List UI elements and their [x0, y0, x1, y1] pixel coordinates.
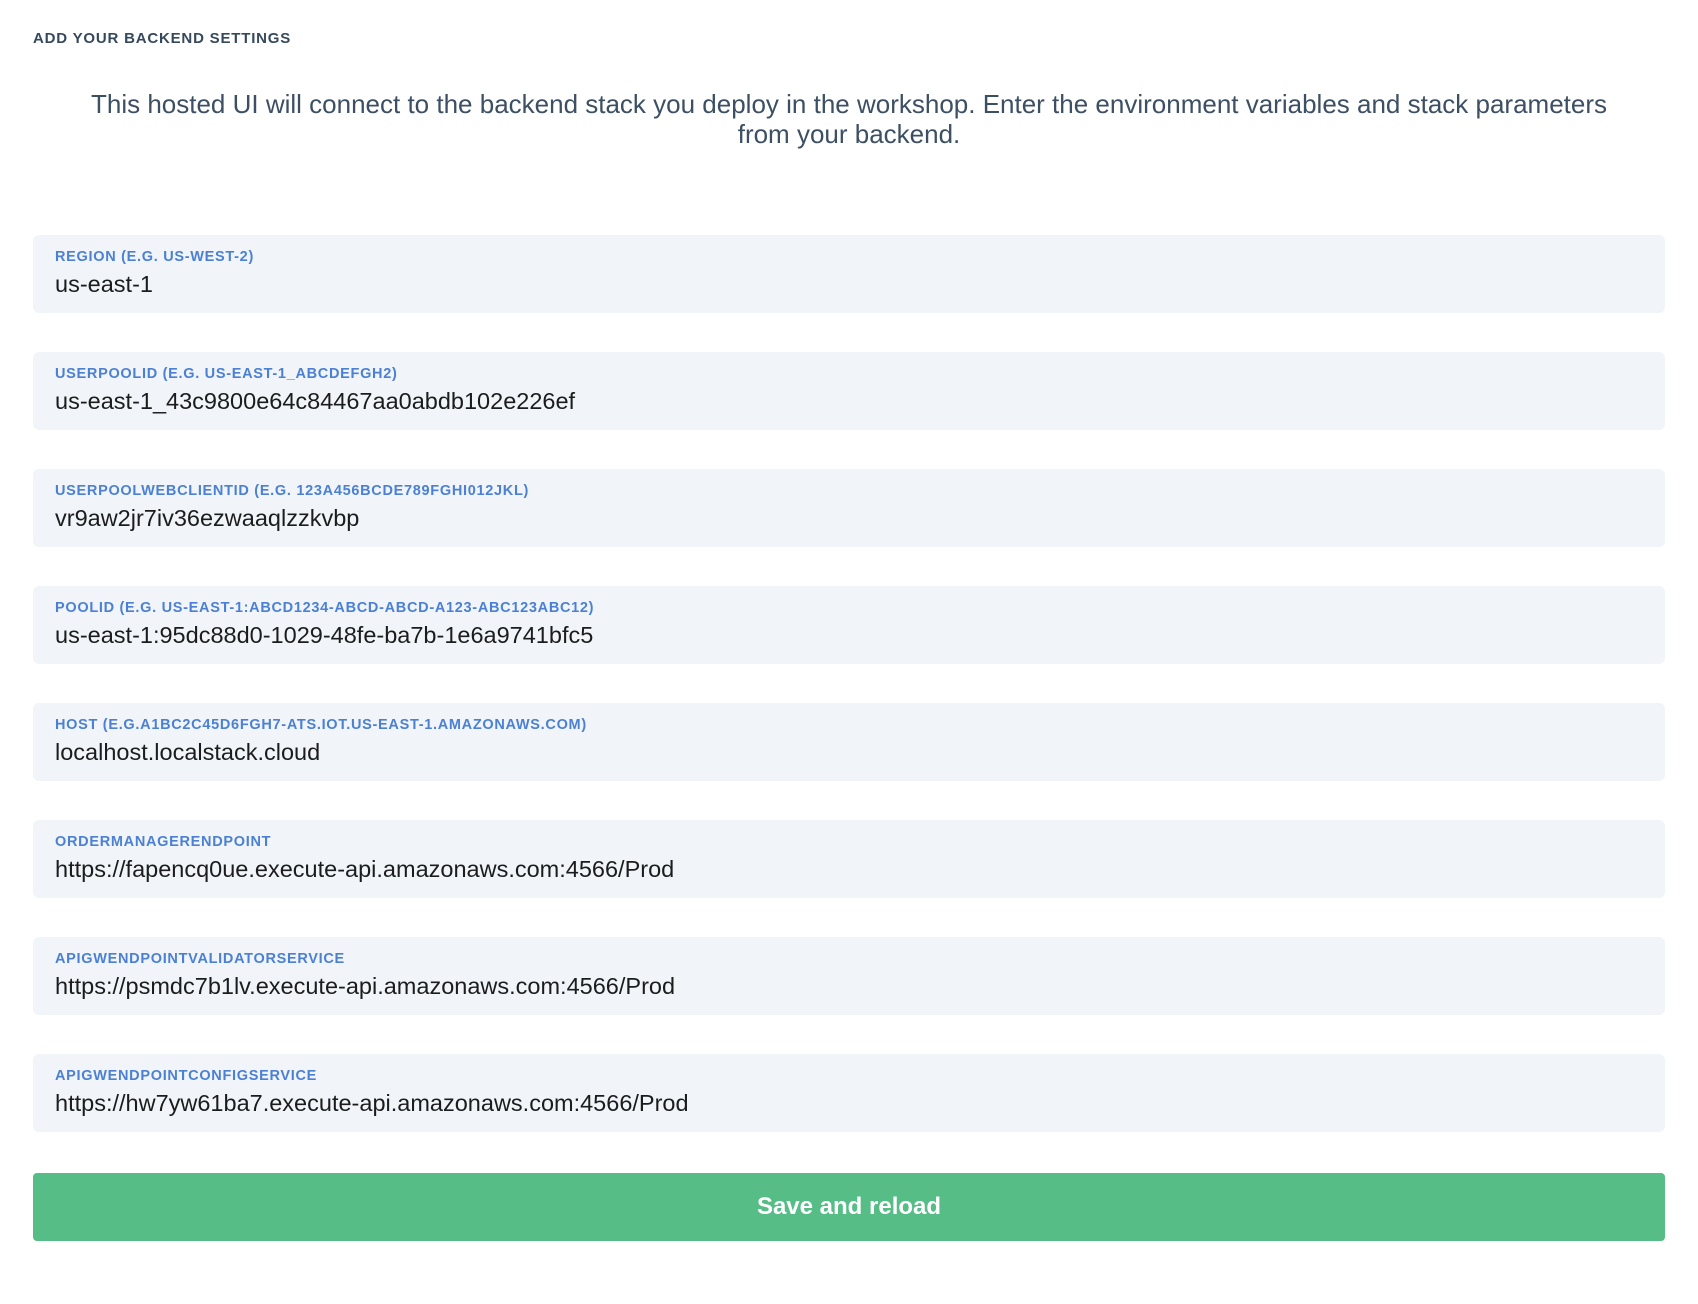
- field-region: REGION (E.G. US-WEST-2): [33, 235, 1665, 313]
- page-title: ADD YOUR BACKEND SETTINGS: [33, 30, 1665, 47]
- host-label: HOST (E.G.A1BC2C45D6FGH7-ATS.IOT.US-EAST…: [55, 717, 1643, 733]
- apigwendpointvalidatorservice-input[interactable]: [55, 970, 1643, 1002]
- region-input[interactable]: [55, 268, 1643, 300]
- poolid-label: POOLID (E.G. US-EAST-1:ABCD1234-ABCD-ABC…: [55, 600, 1643, 616]
- userpoolwebclientid-label: USERPOOLWEBCLIENTID (E.G. 123A456BCDE789…: [55, 483, 1643, 499]
- field-apigwendpointconfigservice: APIGWENDPOINTCONFIGSERVICE: [33, 1054, 1665, 1132]
- page-description: This hosted UI will connect to the backe…: [69, 89, 1629, 149]
- poolid-input[interactable]: [55, 619, 1643, 651]
- field-apigwendpointvalidatorservice: APIGWENDPOINTVALIDATORSERVICE: [33, 937, 1665, 1015]
- apigwendpointconfigservice-label: APIGWENDPOINTCONFIGSERVICE: [55, 1068, 1643, 1084]
- field-ordermanagerendpoint: ORDERMANAGERENDPOINT: [33, 820, 1665, 898]
- field-host: HOST (E.G.A1BC2C45D6FGH7-ATS.IOT.US-EAST…: [33, 703, 1665, 781]
- field-poolid: POOLID (E.G. US-EAST-1:ABCD1234-ABCD-ABC…: [33, 586, 1665, 664]
- ordermanagerendpoint-label: ORDERMANAGERENDPOINT: [55, 834, 1643, 850]
- userpoolid-input[interactable]: [55, 385, 1643, 417]
- save-and-reload-button[interactable]: Save and reload: [33, 1173, 1665, 1241]
- field-userpoolid: USERPOOLID (E.G. US-EAST-1_ABCDEFGH2): [33, 352, 1665, 430]
- field-userpoolwebclientid: USERPOOLWEBCLIENTID (E.G. 123A456BCDE789…: [33, 469, 1665, 547]
- host-input[interactable]: [55, 736, 1643, 768]
- settings-form: REGION (E.G. US-WEST-2) USERPOOLID (E.G.…: [33, 235, 1665, 1132]
- ordermanagerendpoint-input[interactable]: [55, 853, 1643, 885]
- userpoolwebclientid-input[interactable]: [55, 502, 1643, 534]
- backend-settings-page: ADD YOUR BACKEND SETTINGS This hosted UI…: [0, 0, 1698, 1304]
- apigwendpointvalidatorservice-label: APIGWENDPOINTVALIDATORSERVICE: [55, 951, 1643, 967]
- userpoolid-label: USERPOOLID (E.G. US-EAST-1_ABCDEFGH2): [55, 366, 1643, 382]
- region-label: REGION (E.G. US-WEST-2): [55, 249, 1643, 265]
- apigwendpointconfigservice-input[interactable]: [55, 1087, 1643, 1119]
